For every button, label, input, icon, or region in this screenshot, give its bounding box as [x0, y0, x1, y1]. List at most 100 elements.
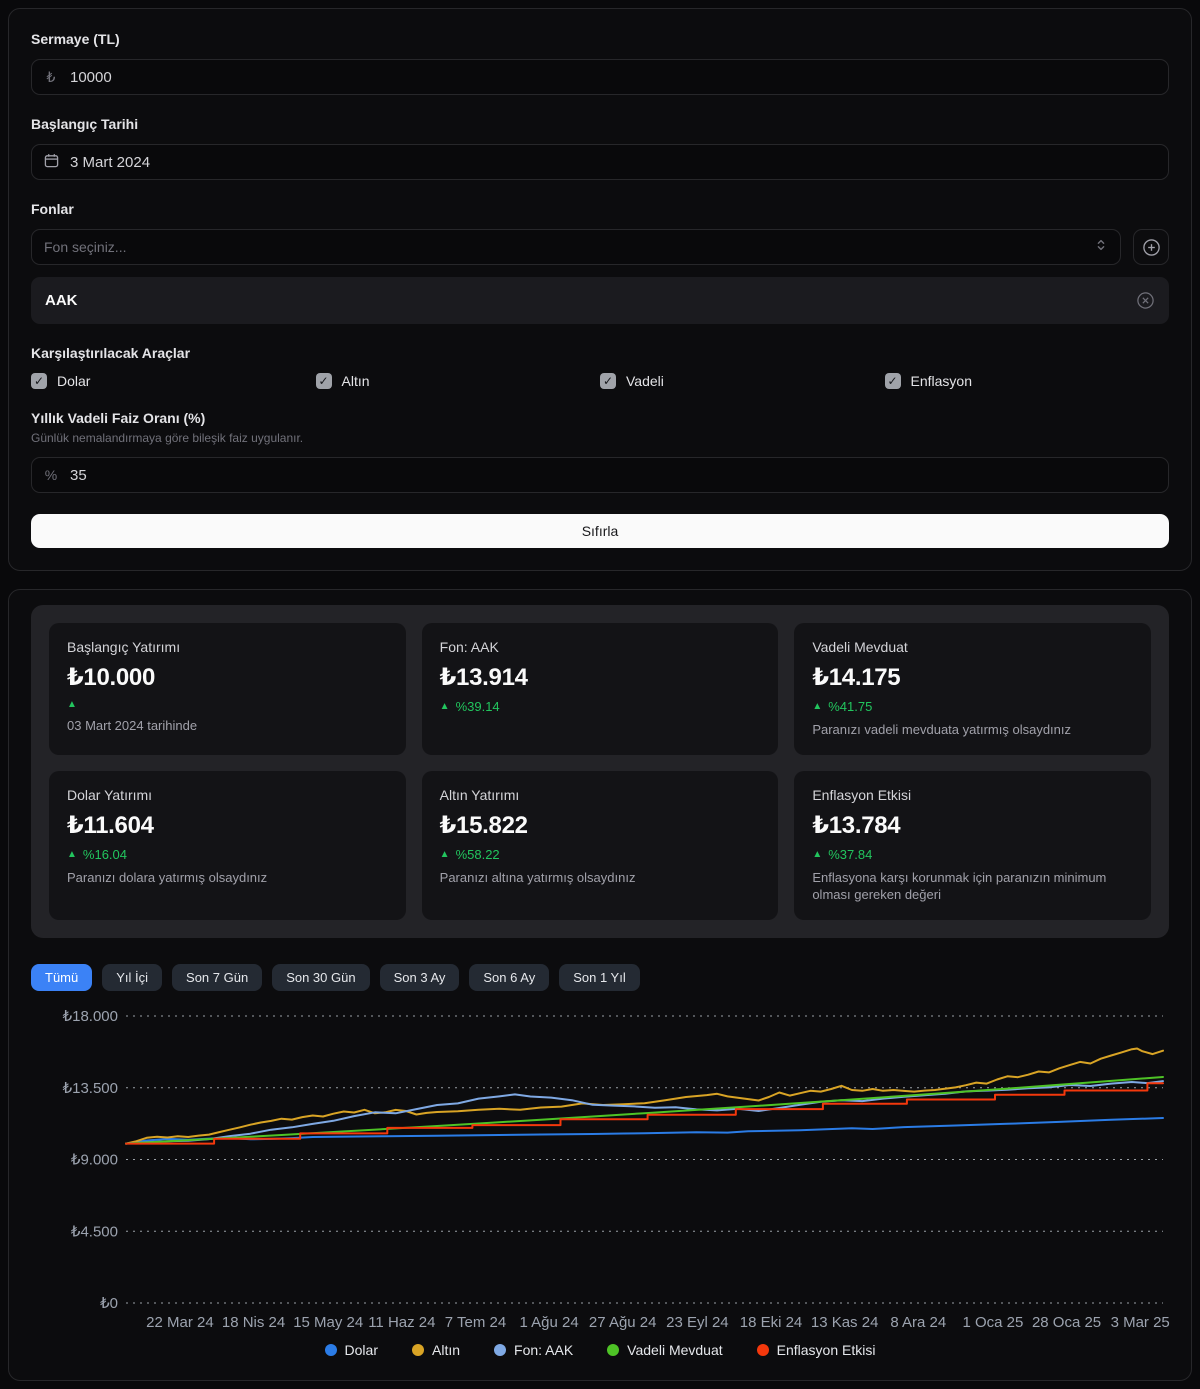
x-axis-tick: 3 Mar 25	[1111, 1314, 1170, 1331]
checkmark-icon: ✓	[316, 373, 332, 389]
card-enflasyon-etkisi: Enflasyon Etkisi ₺13.784 ▲%37.84 Enflasy…	[794, 771, 1151, 920]
legend-dot-icon	[412, 1344, 424, 1356]
x-axis-tick: 18 Nis 24	[222, 1314, 285, 1331]
card-subtitle: 03 Mart 2024 tarihinde	[67, 717, 388, 735]
card-title: Dolar Yatırımı	[67, 787, 388, 803]
checkbox-dolar[interactable]: ✓ Dolar	[31, 373, 316, 389]
card-title: Başlangıç Yatırımı	[67, 639, 388, 655]
range-button-son-7-gun[interactable]: Son 7 Gün	[172, 964, 262, 991]
legend-dot-icon	[607, 1344, 619, 1356]
selected-fund-chip: AAK	[31, 277, 1169, 324]
range-button-yil-ici[interactable]: Yıl İçi	[102, 964, 162, 991]
reset-button[interactable]: Sıfırla	[31, 514, 1169, 548]
card-value: ₺14.175	[812, 663, 1133, 692]
summary-cards-grid: Başlangıç Yatırımı ₺10.000 ▲ 03 Mart 202…	[49, 623, 1151, 920]
funds-label: Fonlar	[31, 201, 1169, 217]
range-button-son-6-ay[interactable]: Son 6 Ay	[469, 964, 549, 991]
card-vadeli-mevduat: Vadeli Mevduat ₺14.175 ▲%41.75 Paranızı …	[794, 623, 1151, 755]
compare-label: Karşılaştırılacak Araçlar	[31, 345, 1169, 361]
card-delta: ▲%58.22	[440, 847, 761, 862]
compare-checkbox-group: ✓ Dolar ✓ Altın ✓ Vadeli ✓ Enflasyon	[31, 373, 1169, 389]
capital-label: Sermaye (TL)	[31, 31, 1169, 47]
delta-up-icon: ▲	[812, 701, 822, 712]
range-button-son-30-gun[interactable]: Son 30 Gün	[272, 964, 369, 991]
y-axis-tick: ₺0	[100, 1295, 118, 1312]
legend-dot-icon	[757, 1344, 769, 1356]
lira-icon: ₺	[44, 69, 58, 86]
add-fund-button[interactable]	[1133, 229, 1169, 265]
legend-item[interactable]: Vadeli Mevduat	[607, 1342, 722, 1358]
interest-help: Günlük nemalandırmaya göre bileşik faiz …	[31, 431, 1169, 445]
remove-fund-button[interactable]	[1136, 291, 1155, 310]
fund-select[interactable]: Fon seçiniz...	[31, 229, 1121, 265]
start-date-value: 3 Mart 2024	[70, 154, 150, 171]
time-range-group: Tümü Yıl İçi Son 7 Gün Son 30 Gün Son 3 …	[31, 964, 1169, 991]
legend-item[interactable]: Altın	[412, 1342, 460, 1358]
card-dolar-yatirimi: Dolar Yatırımı ₺11.604 ▲%16.04 Paranızı …	[49, 771, 406, 920]
range-button-tumu[interactable]: Tümü	[31, 964, 92, 991]
card-delta: ▲%37.84	[812, 847, 1133, 862]
checkmark-icon: ✓	[600, 373, 616, 389]
card-value: ₺11.604	[67, 811, 388, 840]
fund-select-placeholder: Fon seçiniz...	[44, 239, 126, 255]
start-date-input[interactable]: 3 Mart 2024	[31, 144, 1169, 180]
x-axis-tick: 13 Kas 24	[811, 1314, 879, 1331]
card-value: ₺15.822	[440, 811, 761, 840]
chart-legend: Dolar Altın Fon: AAK Vadeli Mevduat Enflasyo…	[31, 1342, 1169, 1358]
legend-label: Fon: AAK	[514, 1342, 573, 1358]
percent-icon: %	[44, 467, 58, 483]
card-delta: ▲%16.04	[67, 847, 388, 862]
legend-dot-icon	[494, 1344, 506, 1356]
checkbox-label: Altın	[342, 373, 370, 389]
legend-item[interactable]: Fon: AAK	[494, 1342, 573, 1358]
checkbox-enflasyon[interactable]: ✓ Enflasyon	[885, 373, 1170, 389]
card-subtitle: Paranızı altına yatırmış olsaydınız	[440, 869, 761, 887]
legend-item[interactable]: Dolar	[325, 1342, 378, 1358]
circle-plus-icon	[1142, 238, 1161, 257]
checkbox-vadeli[interactable]: ✓ Vadeli	[600, 373, 885, 389]
x-axis-tick: 28 Oca 25	[1032, 1314, 1101, 1331]
card-subtitle: Paranızı vadeli mevduata yatırmış olsayd…	[812, 721, 1133, 739]
delta-up-icon: ▲	[440, 849, 450, 860]
card-subtitle: Paranızı dolara yatırmış olsaydınız	[67, 869, 388, 887]
card-value: ₺10.000	[67, 663, 388, 692]
delta-up-icon: ▲	[67, 849, 77, 860]
checkmark-icon: ✓	[885, 373, 901, 389]
x-axis-tick: 22 Mar 24	[146, 1314, 214, 1331]
start-date-label: Başlangıç Tarihi	[31, 116, 1169, 132]
comparison-chart[interactable]: ₺18.000₺13.500₺9.000₺4.500₺022 Mar 2418 …	[31, 999, 1169, 1358]
card-altin-yatirimi: Altın Yatırımı ₺15.822 ▲%58.22 Paranızı …	[422, 771, 779, 920]
card-delta: ▲%39.14	[440, 699, 761, 714]
settings-panel: Sermaye (TL) ₺ 10000 Başlangıç Tarihi 3 …	[8, 8, 1192, 571]
page: Sermaye (TL) ₺ 10000 Başlangıç Tarihi 3 …	[0, 0, 1200, 1389]
card-baslangic-yatirimi: Başlangıç Yatırımı ₺10.000 ▲ 03 Mart 202…	[49, 623, 406, 755]
checkbox-altin[interactable]: ✓ Altın	[316, 373, 601, 389]
card-fon-aak: Fon: AAK ₺13.914 ▲%39.14	[422, 623, 779, 755]
calendar-icon	[44, 153, 58, 171]
x-axis-tick: 11 Haz 24	[368, 1314, 435, 1331]
checkbox-label: Vadeli	[626, 373, 664, 389]
card-title: Vadeli Mevduat	[812, 639, 1133, 655]
card-value: ₺13.914	[440, 663, 761, 692]
interest-label: Yıllık Vadeli Faiz Oranı (%)	[31, 410, 1169, 426]
legend-label: Altın	[432, 1342, 460, 1358]
range-button-son-1-yil[interactable]: Son 1 Yıl	[559, 964, 640, 991]
range-button-son-3-ay[interactable]: Son 3 Ay	[380, 964, 460, 991]
card-value: ₺13.784	[812, 811, 1133, 840]
y-axis-tick: ₺9.000	[71, 1151, 118, 1168]
legend-label: Enflasyon Etkisi	[777, 1342, 876, 1358]
selected-fund-name: AAK	[45, 292, 78, 309]
circle-x-icon	[1136, 291, 1155, 310]
checkmark-icon: ✓	[31, 373, 47, 389]
x-axis-tick: 23 Eyl 24	[666, 1314, 729, 1331]
chart-canvas[interactable]: ₺18.000₺13.500₺9.000₺4.500₺022 Mar 2418 …	[31, 999, 1171, 1335]
card-delta: ▲	[67, 699, 388, 710]
checkbox-label: Dolar	[57, 373, 90, 389]
capital-input[interactable]: ₺ 10000	[31, 59, 1169, 95]
interest-input[interactable]: % 35	[31, 457, 1169, 493]
legend-dot-icon	[325, 1344, 337, 1356]
card-subtitle: Enflasyona karşı korunmak için paranızın…	[812, 869, 1133, 904]
legend-item[interactable]: Enflasyon Etkisi	[757, 1342, 876, 1358]
checkbox-label: Enflasyon	[911, 373, 972, 389]
results-panel: Başlangıç Yatırımı ₺10.000 ▲ 03 Mart 202…	[8, 589, 1192, 1381]
